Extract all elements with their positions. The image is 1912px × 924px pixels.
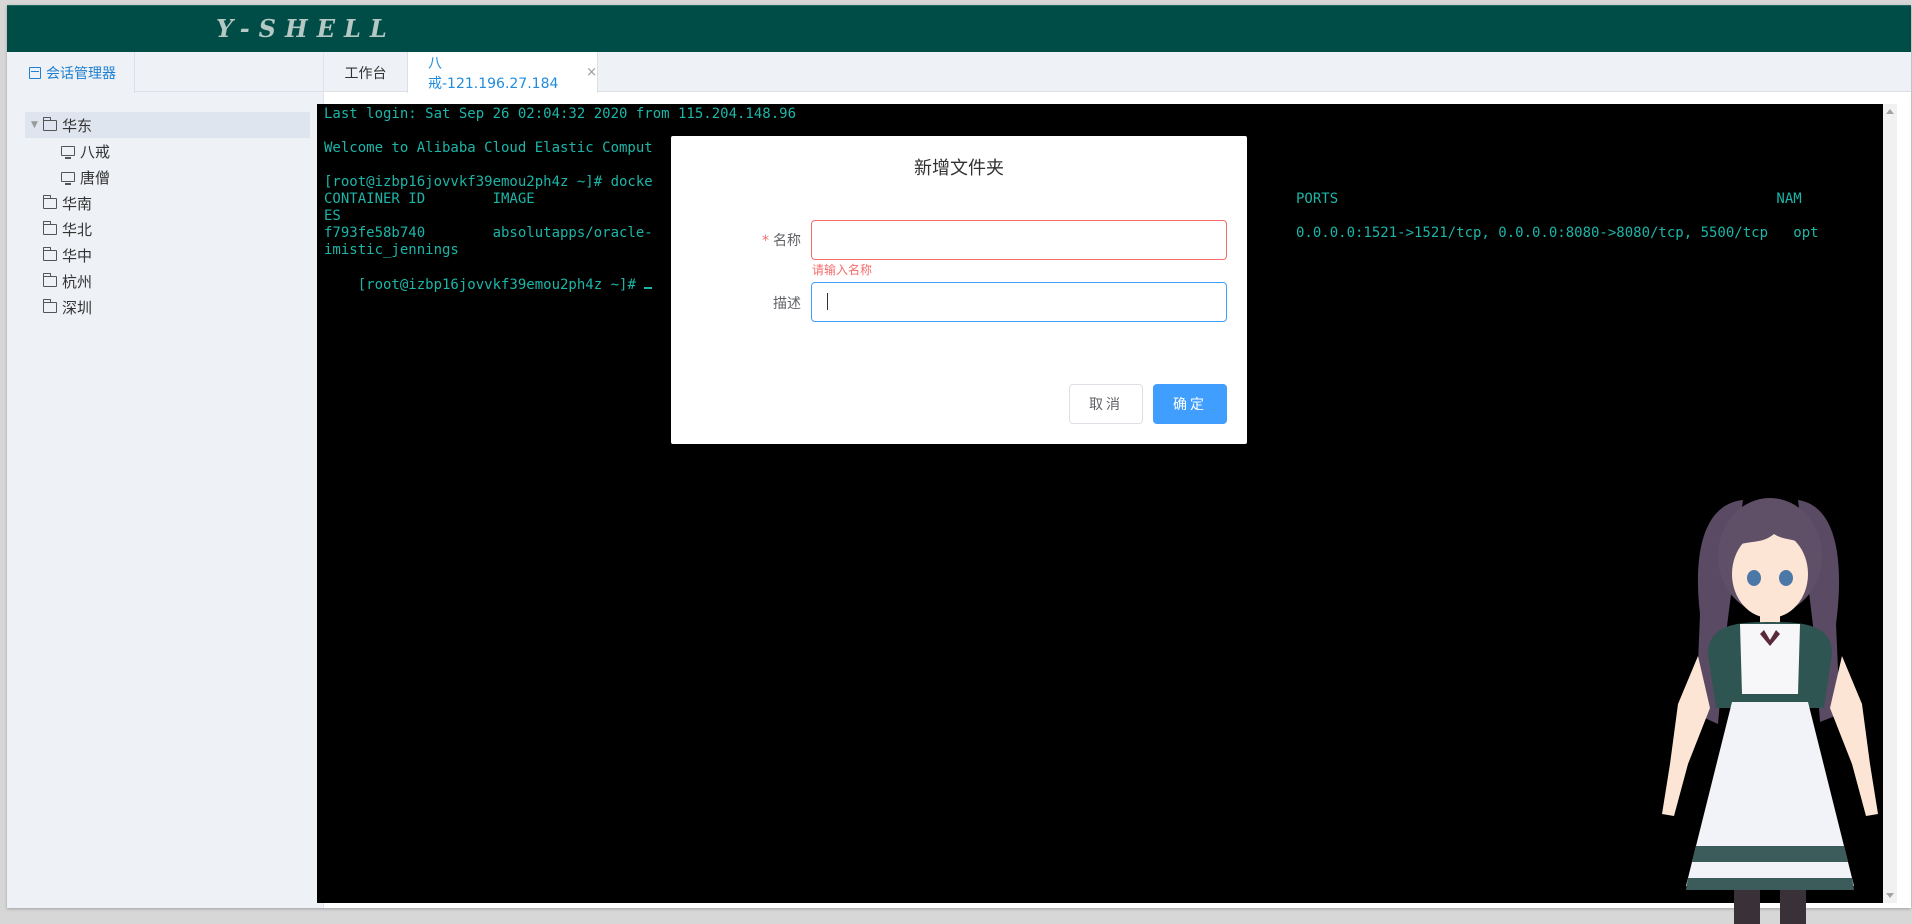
tree-host-bajie[interactable]: 八戒 <box>25 138 310 164</box>
terminal-line: CONTAINER ID IMAGE <box>324 191 535 207</box>
tree-label: 华东 <box>62 116 93 135</box>
terminal-prompt-line: [root@izbp16jovvkf39emou2ph4z ~]# <box>324 259 653 309</box>
folder-icon <box>43 246 57 261</box>
terminal-line: Welcome to Alibaba Cloud Elastic Comput <box>324 140 653 156</box>
tree-host-tangseng[interactable]: 唐僧 <box>25 164 310 190</box>
session-tree: ▼ 华东 八戒 唐僧 华南 华北 华中 杭州 深圳 <box>25 112 310 320</box>
terminal-cursor <box>644 275 653 289</box>
name-input[interactable] <box>811 220 1227 260</box>
tree-label: 杭州 <box>62 272 93 291</box>
terminal-line: [root@izbp16jovvkf39emou2ph4z ~]# docke <box>324 174 653 190</box>
folder-icon <box>43 116 57 131</box>
folder-icon <box>43 298 57 313</box>
scroll-up-arrow-icon[interactable] <box>1886 109 1894 114</box>
name-error-text: 请输入名称 <box>812 263 873 277</box>
live2d-mascot-image <box>1662 498 1878 924</box>
tree-label: 华南 <box>62 194 93 213</box>
close-icon[interactable]: × <box>586 65 597 80</box>
terminal-line: imistic_jennings <box>324 242 459 258</box>
terminal-line: ES <box>324 208 341 224</box>
tree-label: 深圳 <box>62 298 93 317</box>
new-folder-dialog: 新增文件夹 * 名称 请输入名称 描述 取消 确定 <box>671 136 1247 444</box>
sidebar: 会话管理器 ▼ 华东 八戒 唐僧 华南 华北 华中 杭州 深圳 <box>7 52 324 908</box>
folder-icon <box>43 194 57 209</box>
terminal-line: f793fe58b740 absolutapps/oracle- <box>324 225 653 241</box>
terminal-line: Last login: Sat Sep 26 02:04:32 2020 fro… <box>324 106 797 122</box>
name-label: * 名称 <box>711 230 801 250</box>
terminal-line: 0.0.0.0:1521->1521/tcp, 0.0.0.0:8080->80… <box>1296 225 1819 241</box>
dialog-title: 新增文件夹 <box>914 158 1004 179</box>
tree-folder-huanan[interactable]: 华南 <box>25 190 310 216</box>
tree-label: 八戒 <box>80 142 111 161</box>
brand-logo: Y-SHELL <box>216 14 396 43</box>
monitor-icon <box>61 146 75 159</box>
expand-caret-icon[interactable]: ▼ <box>31 120 43 130</box>
description-label: 描述 <box>773 296 801 312</box>
name-label-text: 名称 <box>773 233 801 249</box>
required-mark: * <box>762 233 769 249</box>
cancel-button[interactable]: 取消 <box>1069 384 1143 424</box>
tab-session-manager[interactable]: 会话管理器 <box>7 52 135 93</box>
tree-folder-huabei[interactable]: 华北 <box>25 216 310 242</box>
description-input[interactable] <box>811 282 1227 322</box>
main-tabs: 工作台 八戒-121.196.27.184 × <box>324 52 1911 93</box>
tree-label: 华北 <box>62 220 93 239</box>
top-bar: Y-SHELL <box>7 5 1911 52</box>
terminal-prompt: [root@izbp16jovvkf39emou2ph4z ~]# <box>357 277 645 293</box>
tree-label: 华中 <box>62 246 93 265</box>
tree-folder-huazhong[interactable]: 华中 <box>25 242 310 268</box>
tab-session-manager-label: 会话管理器 <box>46 65 116 82</box>
calendar-icon <box>29 66 41 79</box>
tree-label: 唐僧 <box>80 168 111 187</box>
text-caret <box>827 293 828 310</box>
confirm-button[interactable]: 确定 <box>1153 384 1227 424</box>
terminal-line: PORTS NAM <box>1296 191 1802 207</box>
tree-folder-shenzhen[interactable]: 深圳 <box>25 294 310 320</box>
sidebar-tabs: 会话管理器 <box>7 52 323 93</box>
folder-icon <box>43 220 57 235</box>
folder-icon <box>43 272 57 287</box>
tab-workbench[interactable]: 工作台 <box>324 52 408 93</box>
tree-folder-huadong[interactable]: ▼ 华东 <box>25 112 310 138</box>
tab-session[interactable]: 八戒-121.196.27.184 × <box>408 52 598 93</box>
tree-folder-hangzhou[interactable]: 杭州 <box>25 268 310 294</box>
monitor-icon <box>61 172 75 185</box>
tab-session-label: 八戒-121.196.27.184 <box>428 55 559 92</box>
